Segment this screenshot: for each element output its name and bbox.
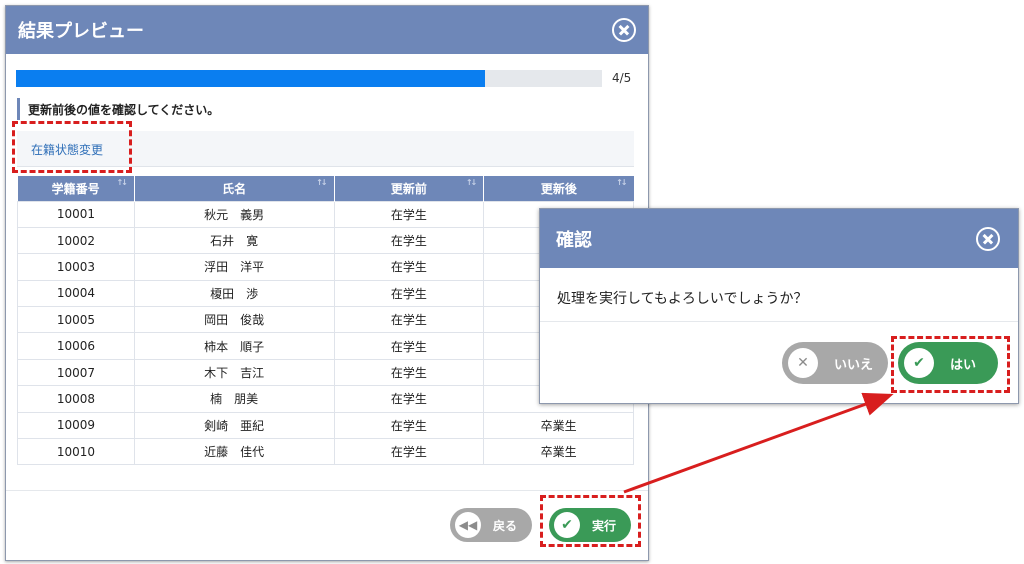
annotation-arrow [623, 392, 894, 494]
